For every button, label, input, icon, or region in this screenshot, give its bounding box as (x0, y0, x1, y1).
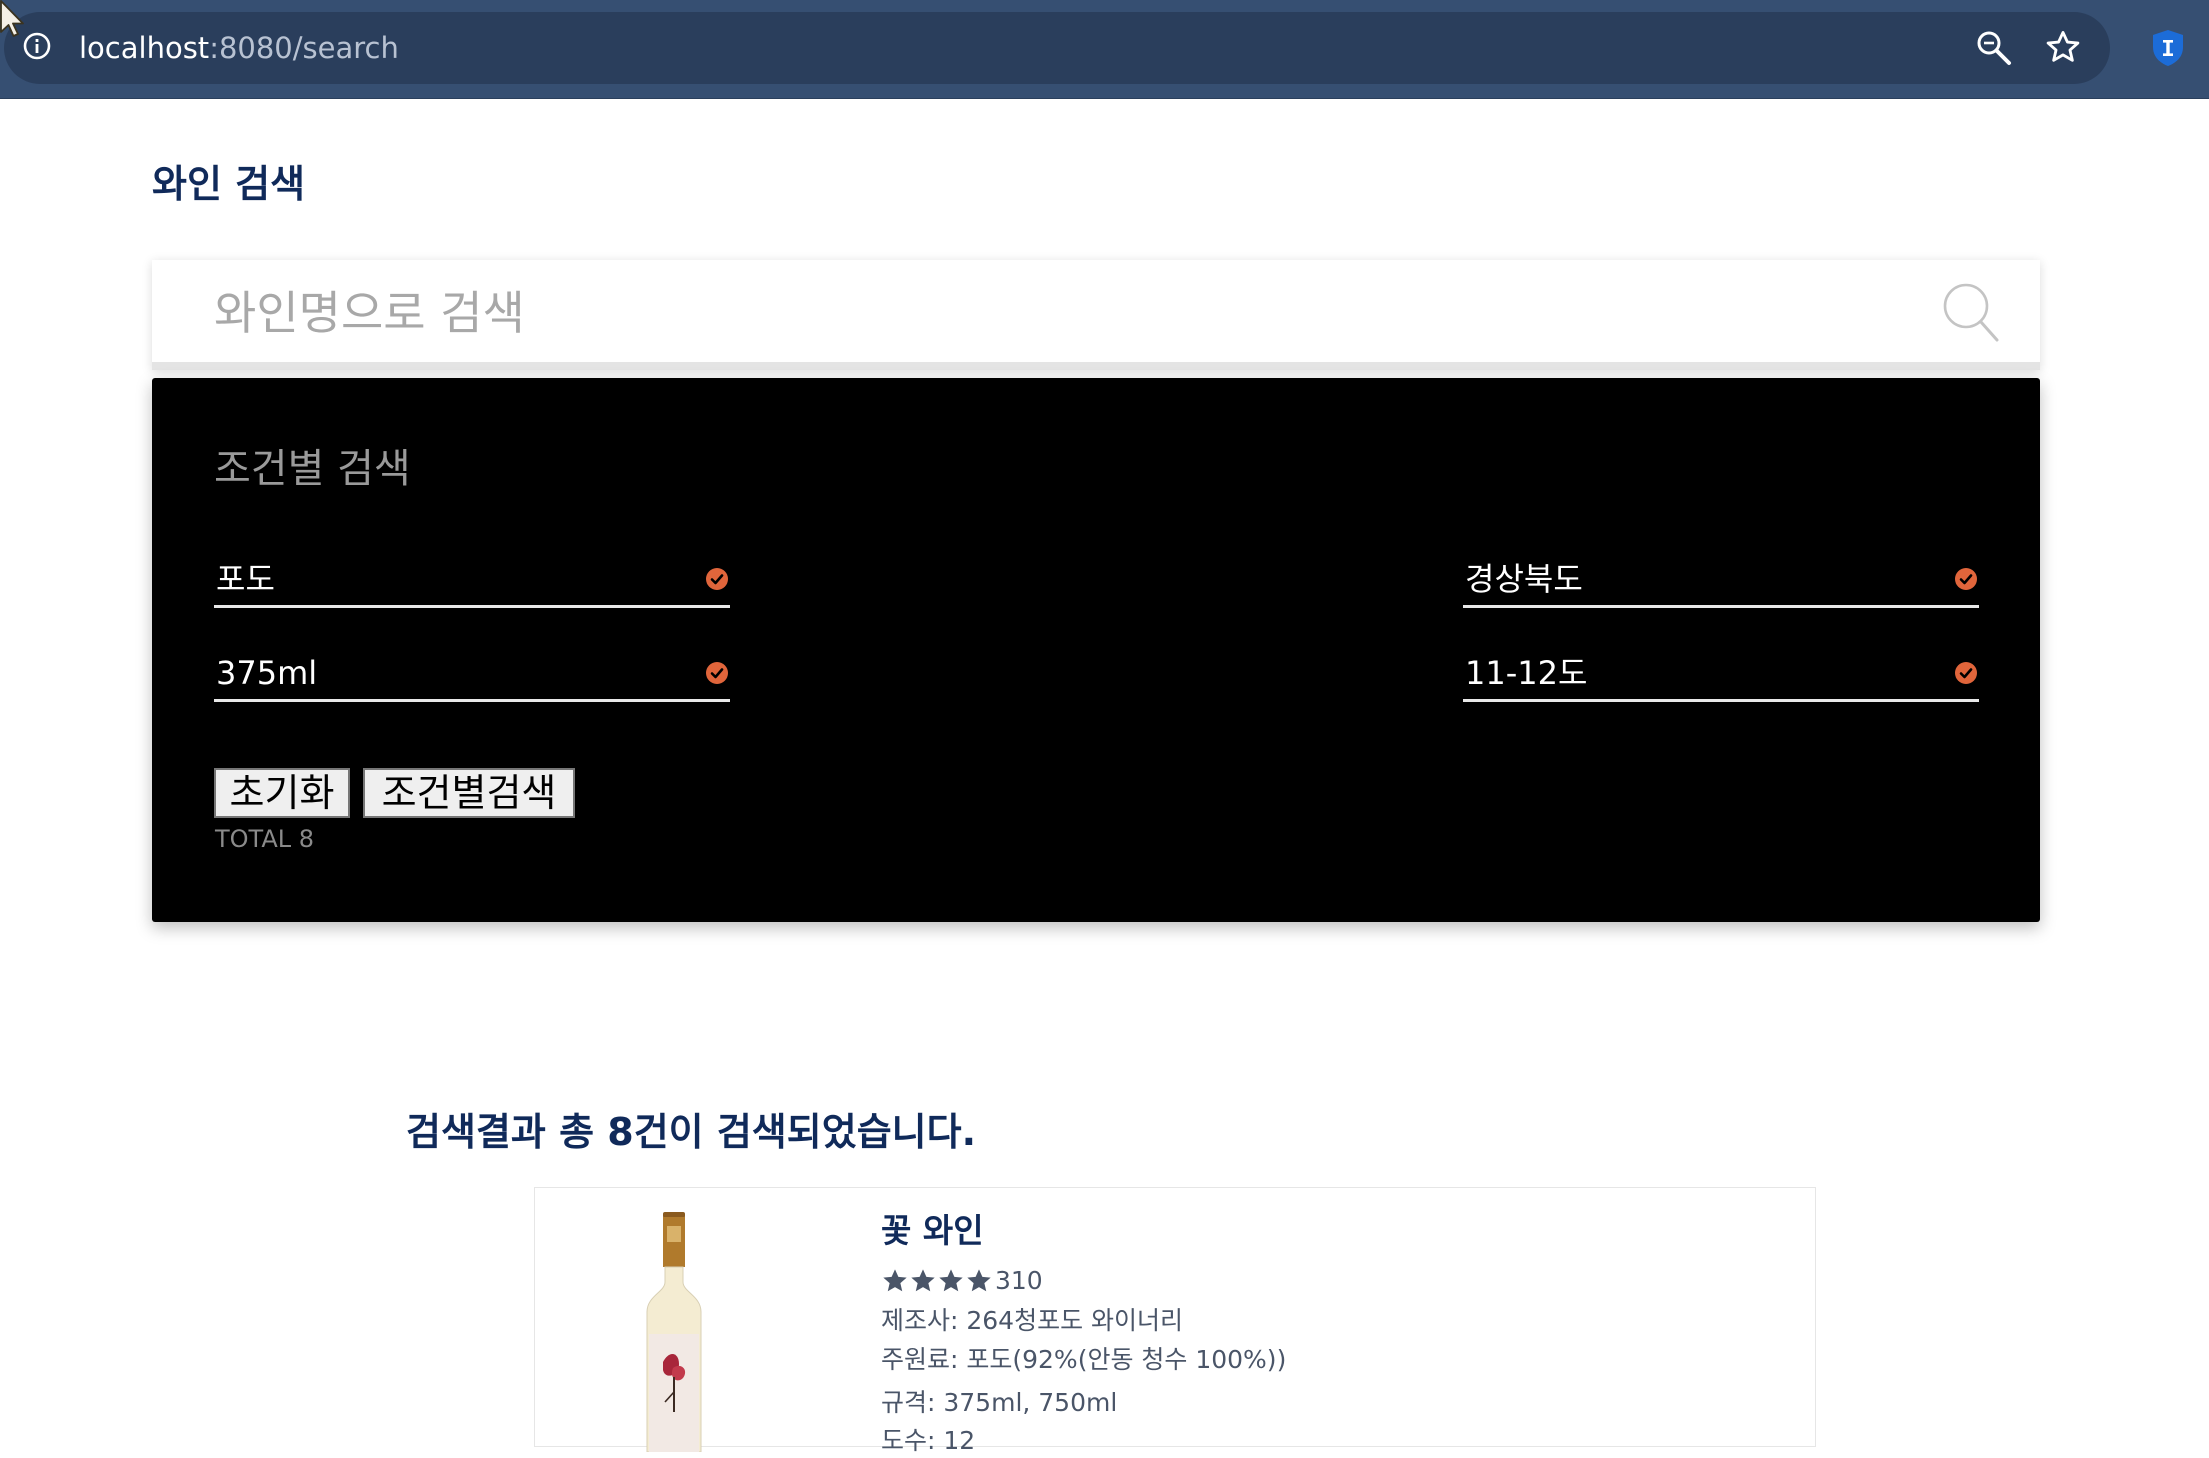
result-card[interactable]: 꽃 와인 310 제조사: 264청포도 와이너리 주원료: 포도(92%(안동… (534, 1187, 1816, 1455)
rating-count: 310 (995, 1266, 1043, 1295)
filter-value: 포도 (216, 560, 275, 598)
reset-button[interactable]: 초기화 (214, 768, 350, 818)
filter-select-region[interactable]: 경상북도 (1463, 554, 1979, 608)
check-circle-icon (1955, 568, 1977, 590)
wine-bottle-image[interactable] (645, 1212, 703, 1452)
check-circle-icon (706, 662, 728, 684)
address-bar[interactable]: localhost:8080/search (4, 12, 2110, 84)
star-icon (911, 1269, 935, 1292)
wine-name[interactable]: 꽃 와인 (881, 1210, 984, 1252)
filter-select-grape[interactable]: 포도 (214, 554, 730, 608)
manufacturer-line: 제조사: 264청포도 와이너리 (881, 1306, 1184, 1335)
star-icon (883, 1269, 907, 1292)
mouse-cursor-icon (0, 0, 24, 37)
check-circle-icon (706, 568, 728, 590)
search-input[interactable] (212, 278, 1916, 348)
condition-search-button[interactable]: 조건별검색 (363, 768, 575, 818)
extension-shield-icon[interactable] (2150, 28, 2186, 68)
filter-value: 11-12도 (1465, 654, 1588, 692)
filter-panel: 조건별 검색 포도 경상북도 375ml 11-12도 초기화 조건별검색 TO… (152, 378, 2040, 922)
volume-line: 규격: 375ml, 750ml (881, 1388, 1118, 1417)
check-circle-icon (1955, 662, 1977, 684)
rating: 310 (881, 1264, 1043, 1298)
zoom-icon[interactable] (1976, 30, 2012, 66)
filter-value: 375ml (216, 654, 318, 692)
filter-value: 경상북도 (1465, 560, 1583, 598)
search-icon[interactable] (1942, 282, 2000, 344)
total-count: TOTAL 8 (215, 825, 315, 853)
bookmark-star-icon[interactable] (2044, 28, 2082, 66)
browser-toolbar: localhost:8080/search (0, 0, 2209, 99)
results-heading: 검색결과 총 8건이 검색되었습니다. (406, 1110, 977, 1154)
filter-select-abv[interactable]: 11-12도 (1463, 648, 1979, 702)
site-info-icon[interactable] (22, 31, 52, 61)
url-host: localhost (79, 31, 210, 65)
filter-title: 조건별 검색 (214, 446, 411, 492)
star-icon (939, 1269, 963, 1292)
abv-line: 도수: 12 (881, 1426, 976, 1455)
ingredients-line: 주원료: 포도(92%(안동 청수 100%)) (881, 1345, 1287, 1374)
url-path: :8080/search (209, 31, 399, 65)
search-box (152, 260, 2040, 370)
star-icon (967, 1269, 991, 1292)
page-title: 와인 검색 (152, 162, 306, 206)
filter-select-volume[interactable]: 375ml (214, 648, 730, 702)
url-text[interactable]: localhost:8080/search (79, 28, 399, 68)
